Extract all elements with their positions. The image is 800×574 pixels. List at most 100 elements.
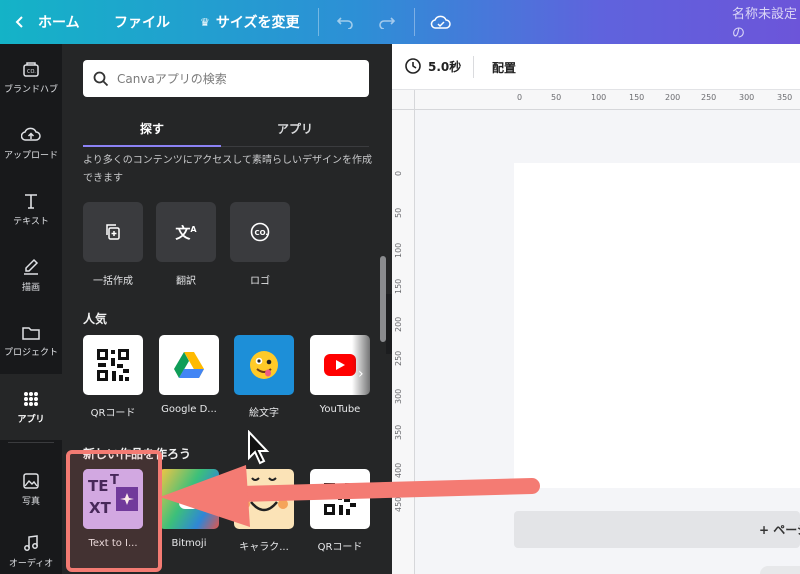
feature-label: ロゴ [250, 276, 270, 287]
feature-label: 翻訳 [176, 276, 196, 287]
top-bar: ホーム ファイル ♛ サイズを変更 名称未設定の [0, 0, 800, 44]
ruler-top: 0 50 100 150 200 250 300 350 [415, 90, 800, 110]
app-label: QRコード [90, 408, 136, 419]
ruler-tick: 50 [551, 93, 562, 102]
ruler-tick: 300 [394, 388, 403, 404]
clock-icon [405, 58, 421, 74]
tab-explore[interactable]: 探す [83, 110, 221, 146]
rail-item-projects[interactable]: プロジェクト [0, 308, 62, 374]
ruler-tick: 400 [394, 462, 403, 478]
ruler-tick: 150 [394, 278, 403, 294]
ruler-tick: 350 [394, 424, 403, 440]
app-tile-google-drive[interactable] [159, 335, 219, 395]
svg-text:CO.: CO. [255, 229, 269, 237]
logo-button[interactable]: CO. [230, 202, 290, 262]
app-label: キャラク... [239, 542, 289, 553]
ruler-tick: 200 [394, 316, 403, 332]
ruler-tick: 300 [739, 93, 755, 102]
search-input[interactable] [117, 71, 357, 86]
bulk-create-icon [106, 224, 120, 240]
ruler-tick: 250 [394, 350, 403, 366]
section-title-popular: 人気 [83, 312, 108, 326]
music-note-icon [24, 534, 38, 551]
resize-button[interactable]: ♛ サイズを変更 [200, 0, 299, 44]
cloud-save-button[interactable] [430, 0, 452, 44]
chevron-right-icon: › [358, 366, 364, 382]
duration-button[interactable]: 5.0秒 [404, 57, 461, 75]
app-label: YouTube [319, 404, 361, 415]
character-icon [240, 477, 288, 512]
zoom-control[interactable] [760, 566, 800, 574]
rail-label: 写真 [21, 496, 40, 507]
resize-label: サイズを変更 [215, 15, 300, 31]
rail-label: アップロード [3, 150, 58, 161]
feature-label: 一括作成 [93, 276, 133, 287]
qr-code-icon [324, 483, 356, 515]
tab-apps[interactable]: アプリ [221, 110, 369, 146]
chevron-left-icon [15, 16, 23, 28]
back-home-button[interactable]: ホーム [14, 0, 80, 44]
highlight-box [66, 450, 162, 572]
ruler-tick: 50 [394, 207, 403, 218]
ruler-tick: 0 [394, 170, 403, 176]
search-box[interactable] [83, 60, 369, 97]
rail-label: ブランドハブ [3, 84, 58, 95]
redo-button[interactable] [378, 0, 396, 44]
rail-item-draw[interactable]: 描画 [0, 242, 62, 308]
app-label: QRコード [317, 542, 363, 553]
undo-icon [336, 17, 353, 29]
app-tile-qr-code[interactable] [83, 335, 143, 395]
emoji-icon [250, 351, 278, 379]
apps-grid-icon [24, 391, 38, 406]
mouse-cursor-icon [248, 430, 270, 465]
rail-item-text[interactable]: テキスト [0, 176, 62, 242]
active-tab-indicator [83, 145, 221, 147]
ruler-tick: 100 [394, 242, 403, 258]
divider [318, 8, 319, 36]
rail-item-upload[interactable]: アップロード [0, 110, 62, 176]
carousel-next-button[interactable]: › [358, 366, 364, 382]
undo-button[interactable] [336, 0, 354, 44]
bulk-create-button[interactable] [83, 202, 143, 262]
file-menu-button[interactable]: ファイル [114, 0, 170, 44]
google-drive-icon [174, 352, 204, 378]
app-tile-qr-code-2[interactable] [310, 469, 370, 529]
rail-item-apps[interactable]: アプリ [0, 374, 62, 440]
app-label: 絵文字 [249, 408, 279, 419]
upload-cloud-icon [21, 127, 41, 141]
logo-co-icon: CO. [250, 222, 270, 242]
left-rail: CO. ブランドハブ アップロード テキスト 描画 プロジェクト アプリ 写真 … [0, 44, 62, 574]
ruler-corner [392, 90, 415, 110]
rail-item-photos[interactable]: 写真 [0, 456, 62, 522]
ruler-tick: 0 [517, 93, 523, 102]
text-icon [25, 193, 37, 209]
rail-item-brand-hub[interactable]: CO. ブランドハブ [0, 44, 62, 110]
translate-button[interactable]: 文A [156, 202, 216, 262]
rail-label: 描画 [21, 282, 40, 293]
file-label: ファイル [114, 15, 170, 31]
ruler-left: 0 50 100 150 200 250 300 350 400 450 [392, 110, 415, 574]
draw-pen-icon [24, 258, 39, 275]
redo-icon [379, 17, 396, 29]
rail-item-audio[interactable]: オーディオ [0, 518, 62, 574]
ruler-tick: 450 [394, 496, 403, 512]
brand-hub-icon: CO. [23, 61, 39, 77]
ruler-tick: 200 [665, 93, 681, 102]
app-tile-emoji[interactable] [234, 335, 294, 395]
rail-label: テキスト [13, 216, 49, 227]
rail-divider [8, 442, 54, 443]
design-title[interactable]: 名称未設定の [732, 0, 800, 44]
cloud-check-icon [430, 15, 451, 29]
folder-icon [22, 326, 40, 340]
crown-icon: ♛ [200, 15, 210, 29]
rail-label: プロジェクト [3, 347, 58, 358]
app-tile-bitmoji[interactable] [159, 469, 219, 529]
intro-text: より多くのコンテンツにアクセスして素晴らしいデザインを作成できます [83, 155, 372, 184]
search-icon [93, 71, 109, 86]
app-tile-character[interactable] [234, 469, 294, 529]
divider [414, 8, 415, 36]
divider [473, 56, 474, 78]
add-page-button[interactable]: + ページ [514, 511, 800, 548]
arrange-button[interactable]: 配置 [492, 59, 516, 76]
design-page[interactable] [514, 163, 800, 488]
